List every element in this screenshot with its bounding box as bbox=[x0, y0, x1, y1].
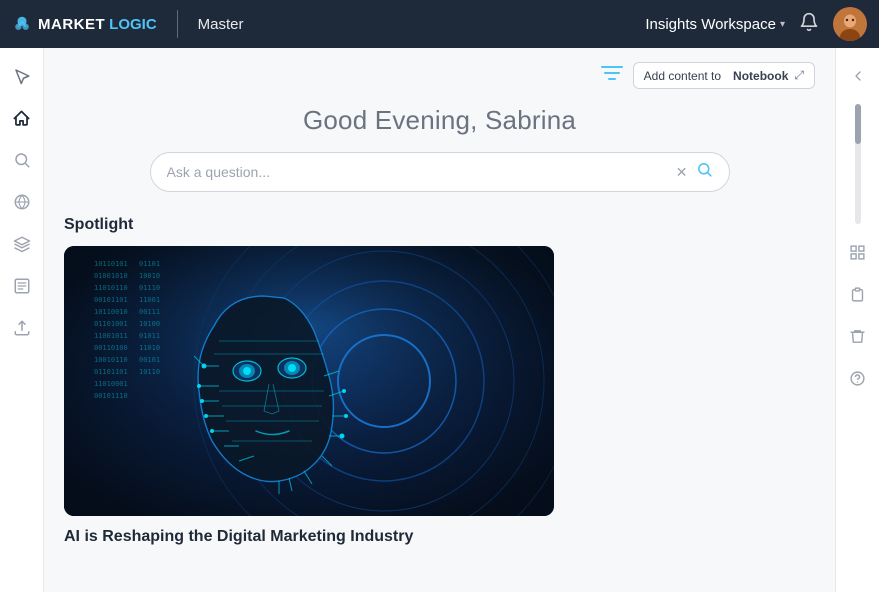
right-sidebar-collapse-icon[interactable] bbox=[840, 58, 876, 94]
sidebar-item-learn[interactable] bbox=[4, 226, 40, 262]
avatar-image bbox=[833, 7, 867, 41]
svg-text:10110101: 10110101 bbox=[94, 260, 128, 268]
right-sidebar-help-icon[interactable] bbox=[840, 360, 876, 396]
clear-search-icon[interactable]: ✕ bbox=[676, 164, 688, 181]
greeting-heading: Good Evening, Sabrina bbox=[64, 105, 815, 136]
search-input[interactable] bbox=[167, 164, 676, 180]
add-content-label: Add content to bbox=[644, 69, 721, 83]
ai-face-svg: 1011010101001010 1101011000101101 101100… bbox=[64, 246, 554, 516]
svg-text:00101110: 00101110 bbox=[94, 392, 128, 400]
svg-text:00110100: 00110100 bbox=[94, 344, 128, 352]
main-layout: Add content to Notebook ⤢ Good Evening, … bbox=[0, 48, 879, 592]
scroll-thumb[interactable] bbox=[855, 104, 861, 144]
logo-market-text: MARKET bbox=[38, 16, 105, 33]
svg-text:11010001: 11010001 bbox=[94, 380, 128, 388]
svg-text:10110010: 10110010 bbox=[94, 308, 128, 316]
right-sidebar-grid-icon[interactable] bbox=[840, 234, 876, 270]
sidebar-item-search[interactable] bbox=[4, 142, 40, 178]
add-content-notebook-button[interactable]: Add content to Notebook ⤢ bbox=[633, 62, 815, 89]
filter-icon[interactable] bbox=[601, 64, 623, 87]
logo-logic-text: LOGIC bbox=[109, 16, 157, 33]
workspace-label: Insights Workspace bbox=[645, 16, 776, 33]
svg-text:11001: 11001 bbox=[139, 296, 160, 304]
notebook-label: Notebook bbox=[733, 69, 788, 83]
right-sidebar-clipboard-icon[interactable] bbox=[840, 276, 876, 312]
svg-text:10110: 10110 bbox=[139, 368, 160, 376]
svg-text:01110: 01110 bbox=[139, 284, 160, 292]
right-sidebar bbox=[835, 48, 879, 592]
sidebar-item-reports[interactable] bbox=[4, 268, 40, 304]
spotlight-section-label: Spotlight bbox=[64, 216, 815, 234]
svg-text:00111: 00111 bbox=[139, 308, 160, 316]
svg-text:11001011: 11001011 bbox=[94, 332, 128, 340]
workspace-selector[interactable]: Insights Workspace ▾ bbox=[645, 16, 785, 33]
svg-text:11010110: 11010110 bbox=[94, 284, 128, 292]
spotlight-article-title[interactable]: AI is Reshaping the Digital Marketing In… bbox=[64, 528, 815, 546]
nav-master-label: Master bbox=[198, 16, 244, 33]
scroll-track[interactable] bbox=[855, 104, 861, 224]
left-sidebar bbox=[0, 48, 44, 592]
svg-text:00101101: 00101101 bbox=[94, 296, 128, 304]
svg-text:11010: 11010 bbox=[139, 344, 160, 352]
spotlight-section: Spotlight bbox=[64, 216, 815, 546]
sidebar-item-upload[interactable] bbox=[4, 310, 40, 346]
workspace-chevron-icon: ▾ bbox=[780, 19, 785, 30]
search-bar: ✕ bbox=[150, 152, 730, 192]
sidebar-item-home[interactable] bbox=[4, 100, 40, 136]
avatar[interactable] bbox=[833, 7, 867, 41]
svg-text:00101: 00101 bbox=[139, 356, 160, 364]
spotlight-image[interactable]: 1011010101001010 1101011000101101 101100… bbox=[64, 246, 554, 516]
right-sidebar-trash-icon[interactable] bbox=[840, 318, 876, 354]
notifications-bell-icon[interactable] bbox=[799, 12, 819, 37]
toolbar-row: Add content to Notebook ⤢ bbox=[64, 48, 815, 97]
main-content: Add content to Notebook ⤢ Good Evening, … bbox=[44, 48, 835, 592]
svg-text:01101101: 01101101 bbox=[94, 368, 128, 376]
svg-text:01001010: 01001010 bbox=[94, 272, 128, 280]
svg-text:10100: 10100 bbox=[139, 320, 160, 328]
sidebar-cursor-icon bbox=[4, 58, 40, 94]
expand-icon: ⤢ bbox=[794, 68, 804, 83]
logo-icon bbox=[12, 14, 32, 34]
logo[interactable]: MARKETLOGIC Master bbox=[12, 10, 244, 38]
sidebar-item-globe[interactable] bbox=[4, 184, 40, 220]
svg-text:10010: 10010 bbox=[139, 272, 160, 280]
svg-text:01011: 01011 bbox=[139, 332, 160, 340]
nav-divider bbox=[177, 10, 178, 38]
top-navigation: MARKETLOGIC Master Insights Workspace ▾ bbox=[0, 0, 879, 48]
svg-text:10010110: 10010110 bbox=[94, 356, 128, 364]
search-submit-icon[interactable] bbox=[696, 161, 713, 183]
svg-text:01101001: 01101001 bbox=[94, 320, 128, 328]
svg-text:01101: 01101 bbox=[139, 260, 160, 268]
